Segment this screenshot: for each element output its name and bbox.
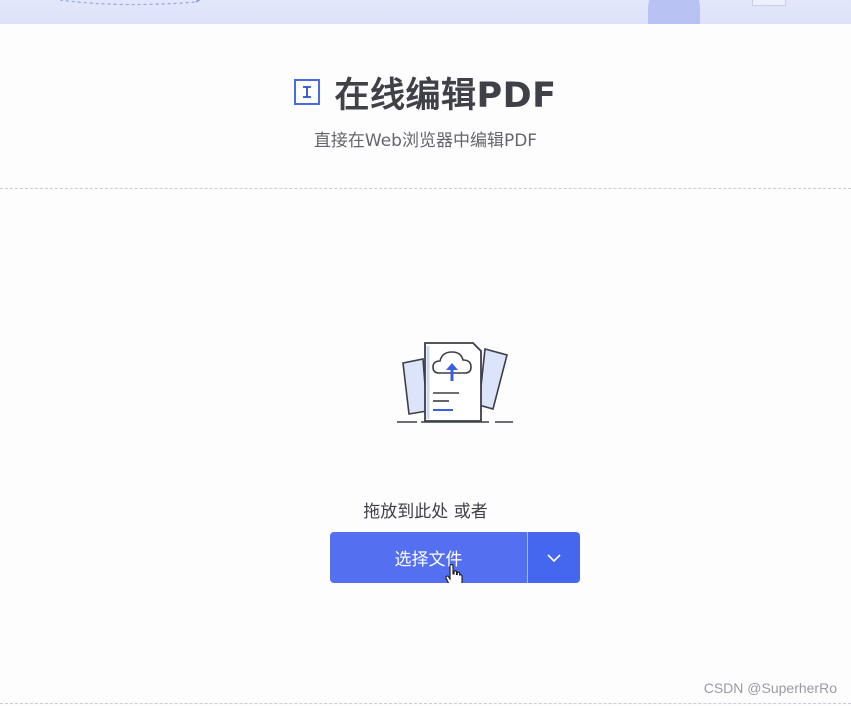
page-title: 在线编辑PDF — [334, 75, 557, 116]
chevron-down-icon — [547, 553, 561, 562]
upload-source-dropdown-button[interactable] — [528, 532, 580, 583]
banner-person-illustration — [648, 0, 700, 24]
page-header: 在线编辑PDF 直接在Web浏览器中编辑PDF — [0, 24, 851, 188]
cloud-upload-document-icon — [395, 337, 519, 431]
banner-curve-decoration — [59, 0, 201, 6]
banner-card-illustration — [752, 0, 786, 6]
text-cursor-icon — [294, 79, 321, 105]
choose-file-split-button: 选择文件 — [330, 532, 580, 583]
top-banner — [0, 0, 851, 24]
drop-hint-text: 拖放到此处 或者 — [363, 502, 488, 522]
choose-file-button[interactable]: 选择文件 — [330, 532, 527, 583]
pdf-editor-page: 在线编辑PDF 直接在Web浏览器中编辑PDF 拖放到此处 或者 选择文件 CS… — [0, 0, 851, 706]
watermark-text: CSDN @SuperherRo — [703, 680, 837, 696]
title-row: 在线编辑PDF — [0, 68, 851, 116]
bottom-divider — [0, 703, 851, 704]
header-divider — [0, 188, 851, 189]
page-subtitle: 直接在Web浏览器中编辑PDF — [313, 131, 538, 151]
hand-cursor-icon — [445, 564, 463, 583]
